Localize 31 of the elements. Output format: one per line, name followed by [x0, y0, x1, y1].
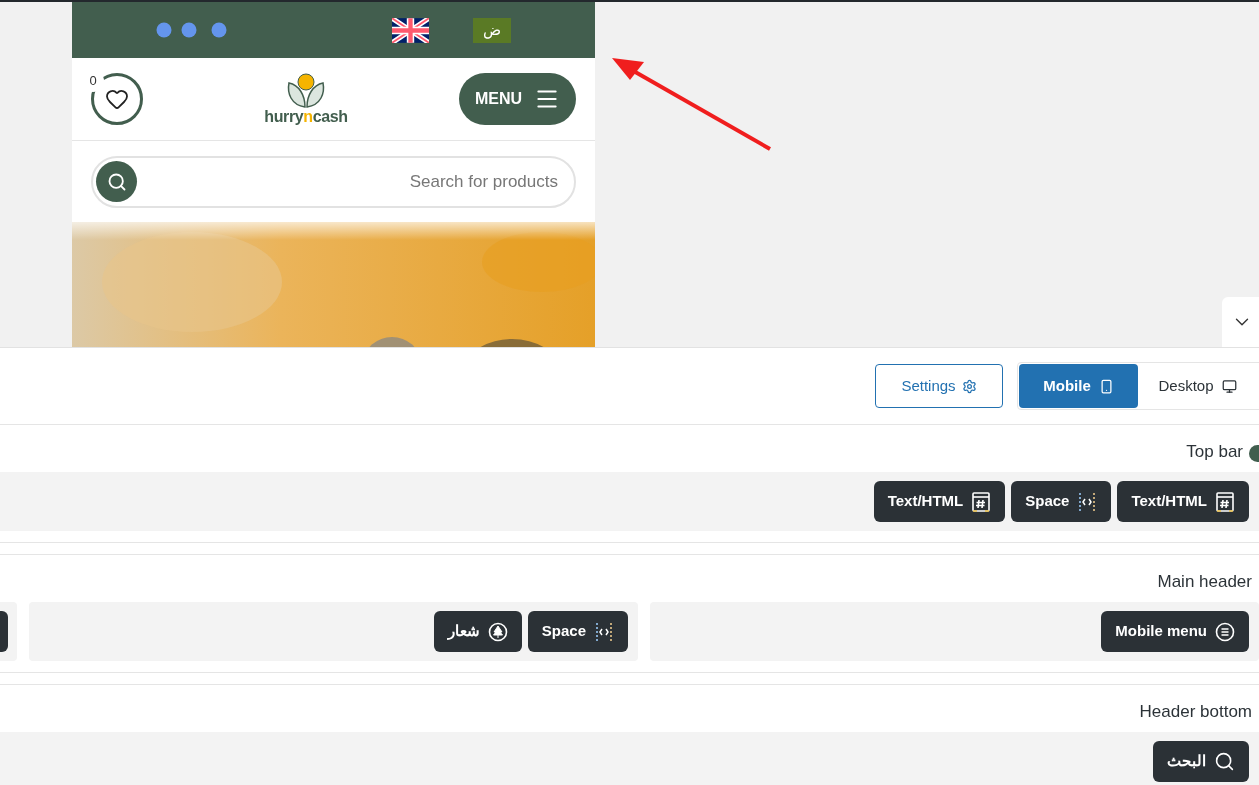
space-icon — [1077, 490, 1098, 513]
view-tab[interactable]: Mobile — [1019, 364, 1138, 408]
menu-icon — [1215, 621, 1235, 642]
tree-icon — [487, 621, 508, 642]
search-icon — [106, 171, 127, 192]
text-html-icon — [971, 490, 992, 513]
element-button[interactable]: Space — [1011, 481, 1112, 522]
logo-text: hurryncash — [264, 109, 348, 125]
uk-flag-icon[interactable] — [392, 17, 429, 43]
element-button[interactable]: البحث — [1153, 741, 1249, 782]
dots-icon — [156, 21, 228, 39]
menu-button[interactable]: MENU — [458, 73, 576, 125]
element-button[interactable] — [0, 611, 8, 652]
space-icon — [594, 620, 614, 643]
search-icon — [1214, 751, 1235, 772]
heart-icon — [105, 87, 129, 111]
settings-button[interactable]: Settings — [875, 364, 1003, 408]
element-button[interactable]: Text/HTML — [873, 481, 1006, 522]
monitor-icon — [1221, 378, 1237, 394]
settings-icon — [961, 378, 977, 394]
element-button[interactable]: Space — [527, 611, 628, 652]
section-title: Top bar — [1186, 440, 1243, 463]
phone-icon — [1098, 378, 1114, 394]
element-button[interactable]: Text/HTML — [1117, 481, 1249, 522]
text-html-icon — [1215, 490, 1235, 513]
section-title: Main header — [1157, 570, 1252, 593]
language-button[interactable]: ض — [473, 17, 511, 43]
search-field[interactable]: Search for products — [91, 155, 576, 208]
element-button[interactable]: شعار — [433, 611, 522, 652]
section-title: Header bottom — [1139, 700, 1252, 723]
element-button[interactable]: Mobile menu — [1101, 611, 1249, 652]
